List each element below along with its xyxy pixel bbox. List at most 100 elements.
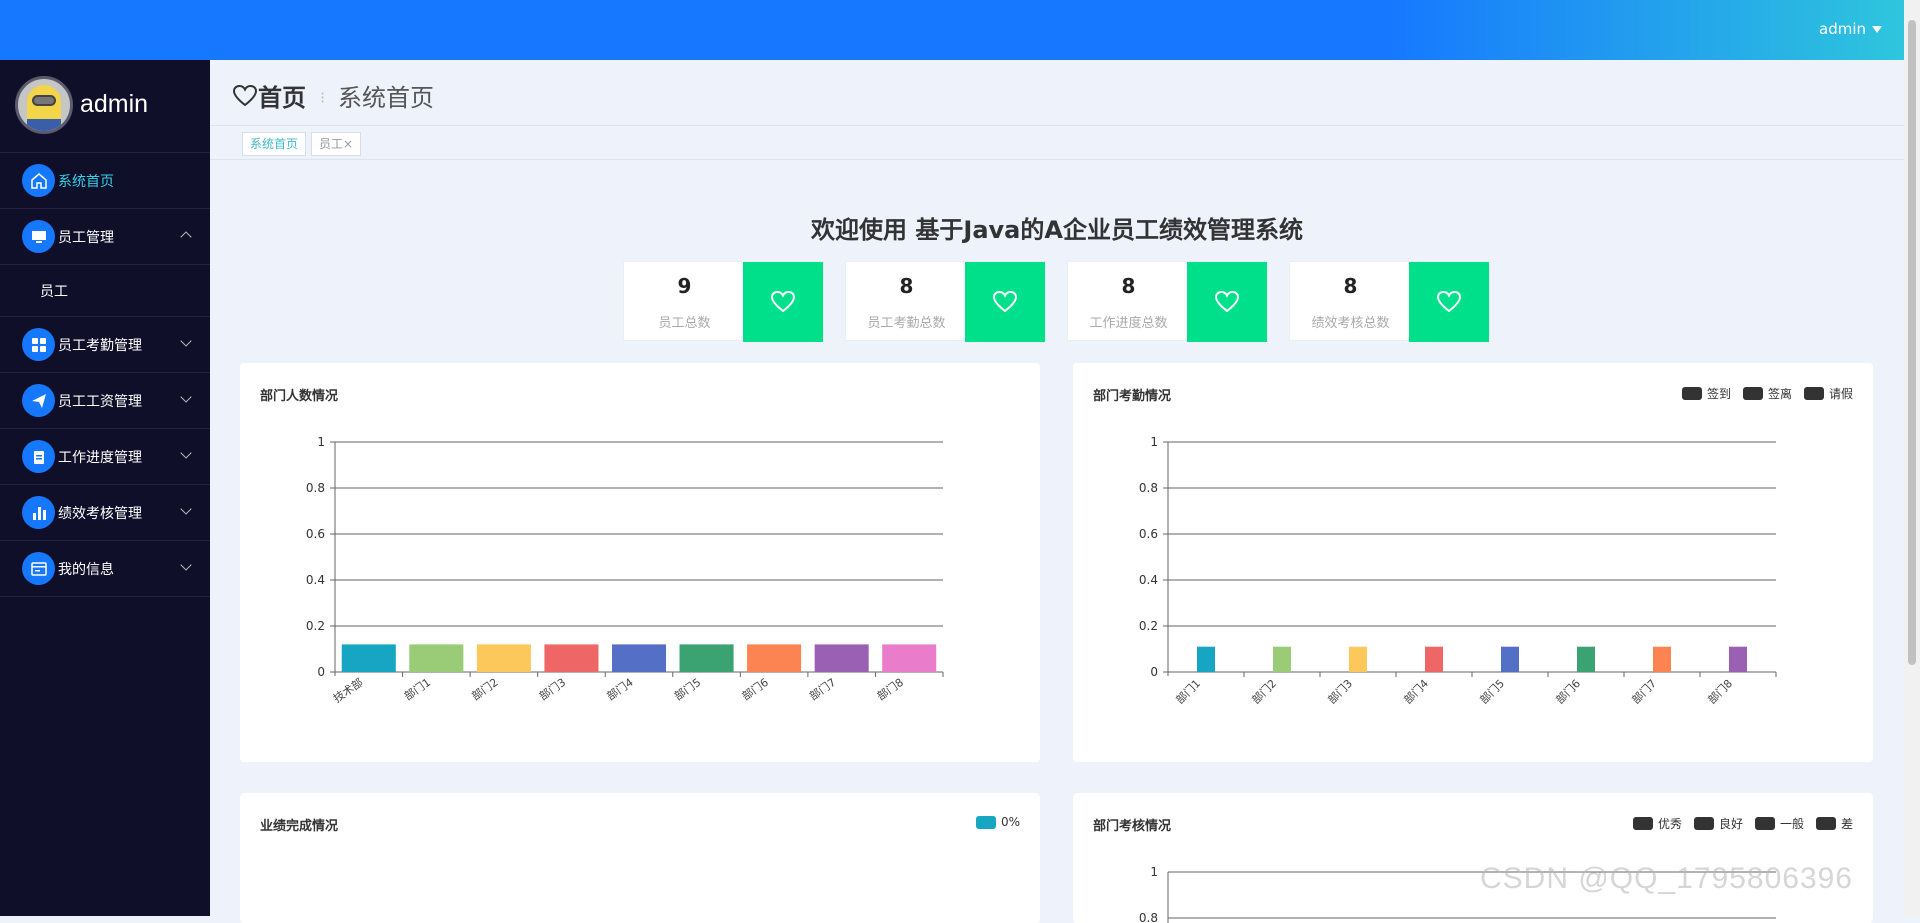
y-tick-label: 0 [1150, 665, 1158, 679]
legend-label: 0% [1000, 815, 1020, 829]
heart-icon [1409, 262, 1489, 342]
bar [1501, 646, 1519, 672]
sidebar-item-attendance[interactable]: 员工考勤管理 [0, 317, 210, 373]
dept-people-chart: 0 0.2 0.4 0.6 0.8 1 技术部 部门1 部门2 部门3 部门4 部门5 部门6 部门7 部门… [306, 435, 944, 705]
welcome-title: 欢迎使用 基于Java的A企业员工绩效管理系统 [811, 216, 1303, 244]
x-tick-label: 部门1 [401, 675, 433, 703]
avatar[interactable] [15, 76, 73, 134]
y-tick-label: 0.4 [1139, 573, 1158, 587]
stat-card: 8 工作进度总数 [1067, 261, 1268, 342]
panel-dept-people: 部门人数情况 0 0.2 0.4 0.6 0.8 1 技术部 部门1 部门2 部门3 部门4 部门5 部… [240, 363, 1040, 762]
stat-value: 8 [899, 274, 914, 298]
bar [1577, 646, 1595, 672]
legend-item[interactable]: 0% [975, 815, 1020, 829]
y-tick-label: 0.2 [306, 619, 325, 633]
stat-value: 8 [1343, 274, 1358, 298]
top-header: admin [0, 0, 1920, 60]
stat-card: 9 员工总数 [623, 261, 824, 342]
sidebar-item-label: 绩效考核管理 [58, 505, 142, 522]
sidebar-item-home[interactable]: 系统首页 [0, 153, 210, 209]
bar [1425, 646, 1443, 672]
clipboard-icon [22, 440, 55, 473]
stat-label: 工作进度总数 [1089, 316, 1168, 331]
chevron-down-icon [180, 503, 192, 515]
sidebar-item-profile[interactable]: 我的信息 [0, 541, 210, 597]
x-tick-label: 部门4 [1401, 676, 1431, 706]
tab-home[interactable]: 系统首页 [242, 132, 307, 156]
y-tick-label: 0.8 [1139, 481, 1158, 495]
x-tick-label: 部门7 [1629, 676, 1659, 706]
x-tick-label: 部门3 [1325, 676, 1355, 706]
sidebar: admin 系统首页 员工管理 员工 员工考勤管理 员工工资管理 工作进度管理 … [0, 60, 210, 916]
sidebar-item-employee[interactable]: 员工管理 [0, 209, 210, 265]
scrollbar-thumb[interactable] [1908, 20, 1916, 665]
y-tick-label: 0.6 [306, 527, 325, 541]
heart-icon [1187, 262, 1267, 342]
heart-icon [743, 262, 823, 342]
x-tick-label: 部门5 [1477, 676, 1507, 706]
watermark: CSDN @QQ_1795806396 [1480, 862, 1853, 895]
stat-value: 8 [1121, 274, 1136, 298]
chevron-down-icon [180, 447, 192, 459]
heart-icon [232, 84, 258, 106]
bar [611, 644, 667, 672]
chevron-down-icon [180, 559, 192, 571]
x-tick-label: 部门2 [1249, 676, 1279, 706]
breadcrumb: 首页 ⁝ 系统首页 [210, 60, 1904, 126]
x-tick-label: 部门2 [469, 675, 501, 703]
x-tick-label: 部门5 [671, 675, 703, 703]
y-tick-label: 1 [1150, 435, 1158, 449]
bar [409, 644, 464, 672]
tab-label: 员工 [319, 137, 344, 151]
x-tick-label: 部门4 [604, 675, 636, 703]
stat-card: 8 员工考勤总数 [845, 261, 1046, 342]
panel-dept-review: 部门考核情况 优秀 良好 一般 差 1 0.8 [1073, 793, 1873, 923]
sidebar-subitem-employee[interactable]: 员工 [0, 265, 210, 317]
bar [341, 644, 396, 672]
user-menu[interactable]: admin [1819, 20, 1882, 38]
sidebar-user-header: admin [0, 60, 210, 153]
x-tick-label: 部门6 [1553, 676, 1583, 706]
bar [1729, 646, 1747, 672]
stat-label: 绩效考核总数 [1311, 316, 1390, 331]
y-tick-label: 0.4 [306, 573, 325, 587]
bar [476, 644, 531, 672]
y-tick-label: 1 [317, 435, 325, 449]
y-tick-label: 0 [317, 665, 325, 679]
stat-label: 员工考勤总数 [867, 316, 946, 331]
tab-employee[interactable]: 员工× [311, 132, 362, 156]
breadcrumb-home[interactable]: 首页 [232, 78, 306, 113]
y-tick-label: 0.2 [1139, 619, 1158, 633]
bar [679, 644, 734, 672]
caret-down-icon [1872, 26, 1882, 33]
stat-card: 8 绩效考核总数 [1289, 261, 1490, 342]
y-tick-label: 0.8 [306, 481, 325, 495]
panel-performance: 业绩完成情况 0% [240, 793, 1040, 923]
x-tick-label: 部门1 [1173, 676, 1203, 706]
chevron-down-icon [180, 391, 192, 403]
tabs-bar: 系统首页 员工× [210, 126, 1904, 160]
sidebar-item-label: 工作进度管理 [58, 449, 142, 466]
sidebar-item-label: 员工管理 [58, 229, 114, 246]
y-tick-label: 0.8 [1139, 911, 1158, 923]
id-card-icon [22, 552, 55, 585]
dept-review-chart: 10.8 [1139, 865, 1776, 923]
bar [814, 644, 869, 672]
sidebar-item-review[interactable]: 绩效考核管理 [0, 485, 210, 541]
stat-label: 员工总数 [658, 316, 711, 331]
bar [1273, 646, 1291, 672]
bar [544, 644, 599, 672]
sidebar-item-progress[interactable]: 工作进度管理 [0, 429, 210, 485]
bar [1197, 646, 1215, 672]
close-icon[interactable]: × [343, 137, 353, 151]
bar-chart-icon [22, 496, 55, 529]
x-tick-label: 部门8 [874, 675, 906, 703]
bar [747, 644, 802, 672]
vertical-scrollbar[interactable] [1904, 0, 1920, 916]
sidebar-item-label: 系统首页 [58, 173, 114, 190]
x-tick-label: 部门3 [536, 675, 568, 703]
sidebar-item-salary[interactable]: 员工工资管理 [0, 373, 210, 429]
bar [882, 644, 937, 672]
breadcrumb-separator: ⁝ [320, 88, 326, 107]
x-tick-label: 技术部 [330, 675, 365, 705]
